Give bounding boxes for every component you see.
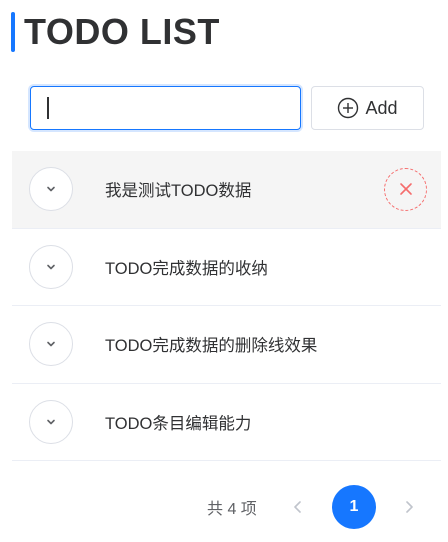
add-button[interactable]: Add xyxy=(311,86,424,130)
complete-toggle-button[interactable] xyxy=(29,244,73,289)
close-icon xyxy=(399,183,412,196)
text-caret xyxy=(47,97,49,119)
chevron-right-icon xyxy=(406,501,413,513)
add-todo-form: Add xyxy=(30,86,424,130)
complete-toggle-button[interactable] xyxy=(29,167,73,212)
page-number-button[interactable]: 1 xyxy=(332,485,376,529)
todo-item: TODO完成数据的收纳 xyxy=(12,229,441,306)
page-header: TODO LIST xyxy=(11,10,220,54)
todo-item: TODO完成数据的删除线效果 xyxy=(12,306,441,384)
complete-toggle-button[interactable] xyxy=(29,399,73,444)
plus-circle-icon xyxy=(337,97,359,119)
pagination-total: 共 4 项 xyxy=(207,501,257,518)
add-button-label: Add xyxy=(365,97,398,118)
todo-text[interactable]: 我是测试TODO数据 xyxy=(105,177,251,201)
chevron-down-icon xyxy=(47,264,55,270)
todo-text[interactable]: TODO完成数据的收纳 xyxy=(105,255,268,279)
todo-item: TODO条目编辑能力 xyxy=(12,384,441,461)
prev-page-button[interactable] xyxy=(288,497,308,517)
todo-input[interactable] xyxy=(30,86,301,130)
chevron-down-icon xyxy=(47,186,55,192)
chevron-left-icon xyxy=(294,501,301,513)
chevron-down-icon xyxy=(47,419,55,425)
todo-list: 我是测试TODO数据 TODO完成数据的收纳 TODO完成数据的删除线效果 TO… xyxy=(12,151,441,461)
todo-text[interactable]: TODO条目编辑能力 xyxy=(105,410,251,434)
chevron-down-icon xyxy=(47,341,55,347)
todo-item: 我是测试TODO数据 xyxy=(12,151,441,229)
pagination: 共 4 项 1 xyxy=(0,484,448,530)
delete-button[interactable] xyxy=(384,167,427,211)
page-title: TODO LIST xyxy=(24,11,220,52)
next-page-button[interactable] xyxy=(399,497,419,517)
title-accent-bar xyxy=(11,12,15,52)
complete-toggle-button[interactable] xyxy=(29,322,73,367)
todo-text[interactable]: TODO完成数据的删除线效果 xyxy=(105,332,317,356)
